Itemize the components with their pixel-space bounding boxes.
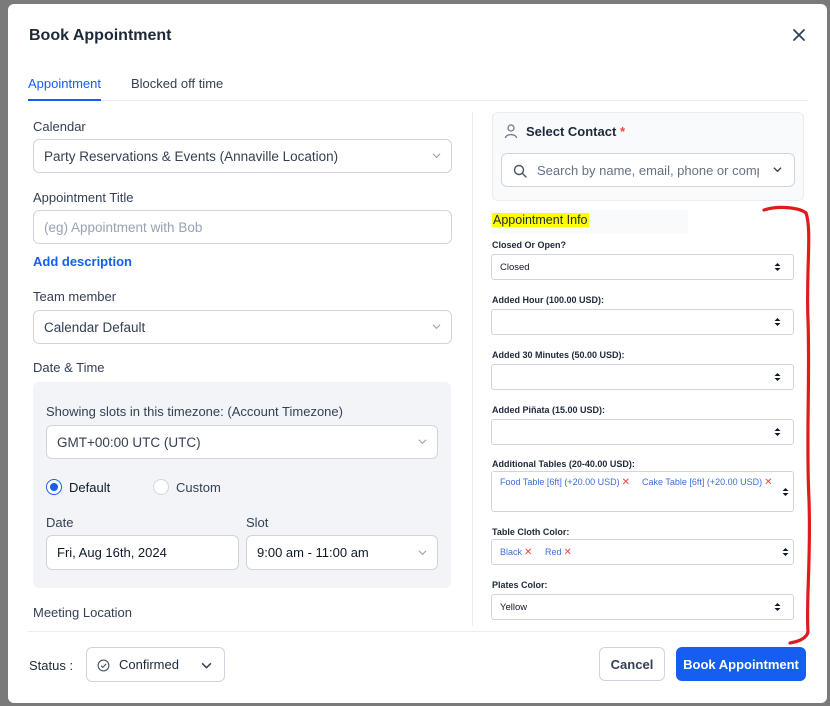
cancel-button[interactable]: Cancel	[599, 647, 665, 681]
book-appointment-button[interactable]: Book Appointment	[676, 647, 806, 681]
meeting-location-label: Meeting Location	[33, 605, 133, 620]
date-time-label: Date & Time	[33, 360, 105, 375]
tag-black: Black ✕	[500, 547, 533, 558]
added-30-minutes-label: Added 30 Minutes (50.00 USD):	[492, 350, 625, 360]
team-member-select[interactable]: Calendar Default	[33, 310, 452, 344]
remove-tag-icon[interactable]: ✕	[524, 547, 532, 558]
added-hour-select[interactable]	[491, 309, 794, 335]
added-30-minutes-select[interactable]	[491, 364, 794, 390]
add-description-link[interactable]: Add description	[33, 254, 132, 269]
closed-open-label: Closed Or Open?	[492, 240, 567, 250]
timezone-panel: Showing slots in this timezone: (Account…	[33, 382, 451, 588]
column-divider	[472, 112, 473, 626]
sort-arrows-icon	[774, 263, 781, 271]
status-select[interactable]: Confirmed	[86, 647, 225, 682]
additional-tables-multiselect[interactable]: Food Table [6ft] (+20.00 USD) ✕ Cake Tabl…	[491, 471, 794, 512]
date-value: Fri, Aug 16th, 2024	[57, 545, 167, 560]
status-value: Confirmed	[119, 657, 179, 672]
radio-default-label: Default	[69, 480, 111, 495]
timezone-value: GMT+00:00 UTC (UTC)	[57, 434, 201, 450]
calendar-select[interactable]: Party Reservations & Events (Annaville L…	[33, 139, 452, 173]
added-pinata-label: Added Piñata (15.00 USD):	[492, 405, 606, 415]
user-icon	[504, 124, 518, 139]
team-member-label: Team member	[33, 289, 117, 304]
check-circle-icon	[97, 659, 110, 672]
chevron-down-icon	[432, 324, 441, 330]
table-cloth-color-multiselect[interactable]: Black ✕ Red ✕	[491, 539, 794, 565]
calendar-label: Calendar	[33, 119, 86, 134]
closed-open-select[interactable]: Closed	[491, 254, 794, 280]
sort-arrows-icon	[774, 373, 781, 381]
status-label: Status :	[29, 658, 74, 673]
tab-appointment[interactable]: Appointment	[28, 76, 101, 101]
radio-custom-label: Custom	[176, 480, 221, 495]
sort-arrows-icon	[774, 318, 781, 326]
tab-bar: Appointment Blocked off time	[28, 72, 808, 101]
slot-select[interactable]: 9:00 am - 11:00 am	[246, 535, 438, 570]
team-member-value: Calendar Default	[44, 319, 146, 335]
timezone-select[interactable]: GMT+00:00 UTC (UTC)	[46, 425, 438, 459]
chevron-down-icon	[418, 549, 427, 555]
radio-custom[interactable]	[153, 479, 169, 495]
close-icon[interactable]	[790, 26, 808, 44]
remove-tag-icon[interactable]: ✕	[622, 477, 630, 488]
modal-title: Book Appointment	[29, 27, 172, 44]
sort-arrows-icon	[782, 487, 789, 496]
tab-blocked-off-time[interactable]: Blocked off time	[131, 76, 223, 99]
timezone-label: Showing slots in this timezone: (Account…	[46, 404, 343, 419]
calendar-select-value: Party Reservations & Events (Annaville L…	[44, 148, 339, 164]
slot-label: Slot	[246, 515, 269, 530]
required-mark: *	[619, 124, 625, 139]
radio-default[interactable]	[46, 479, 62, 495]
date-input[interactable]: Fri, Aug 16th, 2024	[46, 535, 239, 570]
book-appointment-modal: Book Appointment Appointment Blocked off…	[8, 4, 827, 703]
tag-red: Red ✕	[545, 547, 572, 558]
plates-color-label: Plates Color:	[492, 580, 548, 590]
remove-tag-icon[interactable]: ✕	[764, 477, 772, 488]
select-contact-panel: Select Contact * Search by name, email, …	[492, 112, 804, 201]
appointment-info-header: Appointment Info	[490, 210, 688, 234]
sort-arrows-icon	[774, 603, 781, 611]
appointment-info-heading: Appointment Info	[492, 213, 589, 227]
date-label: Date	[46, 515, 74, 530]
sort-arrows-icon	[782, 548, 789, 556]
plates-color-value: Yellow	[500, 601, 528, 613]
chevron-down-icon	[432, 153, 441, 159]
tag-cake-table: Cake Table [6ft] (+20.00 USD) ✕	[642, 477, 773, 488]
additional-tables-label: Additional Tables (20-40.00 USD):	[492, 459, 635, 469]
slot-value: 9:00 am - 11:00 am	[257, 545, 369, 560]
chevron-down-icon[interactable]	[773, 165, 782, 174]
chevron-down-icon	[418, 439, 427, 445]
appointment-title-placeholder: (eg) Appointment with Bob	[44, 219, 203, 235]
plates-color-select[interactable]: Yellow	[491, 594, 794, 620]
contact-search-input[interactable]: Search by name, email, phone or comp	[501, 153, 795, 187]
table-cloth-color-label: Table Cloth Color:	[492, 527, 570, 537]
search-icon	[513, 164, 527, 178]
appointment-title-label: Appointment Title	[33, 190, 134, 205]
tag-food-table: Food Table [6ft] (+20.00 USD) ✕	[500, 477, 631, 488]
contact-search-placeholder: Search by name, email, phone or comp	[537, 162, 759, 178]
remove-tag-icon[interactable]: ✕	[564, 547, 572, 558]
chevron-down-icon	[201, 662, 212, 669]
closed-open-value: Closed	[500, 261, 530, 273]
added-pinata-select[interactable]	[491, 419, 794, 445]
select-contact-label: Select Contact *	[526, 124, 625, 139]
appointment-title-input[interactable]: (eg) Appointment with Bob	[33, 210, 452, 244]
added-hour-label: Added Hour (100.00 USD):	[492, 295, 605, 305]
sort-arrows-icon	[774, 428, 781, 436]
footer-divider	[28, 631, 808, 632]
